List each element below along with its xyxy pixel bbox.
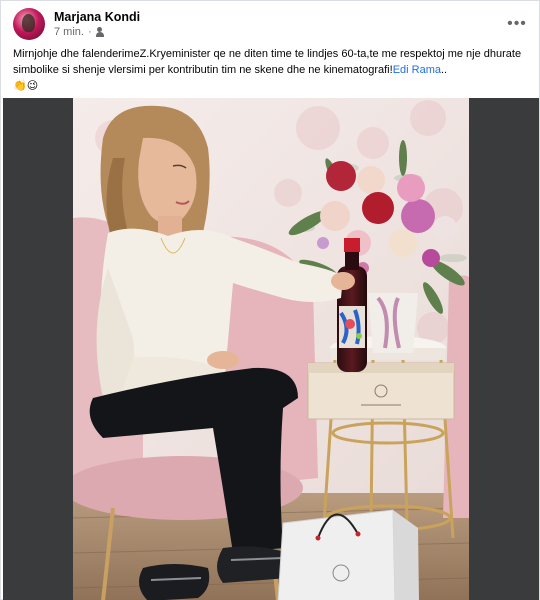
author-name[interactable]: Marjana Kondi bbox=[54, 10, 140, 25]
mention-link[interactable]: Edi Rama bbox=[393, 64, 441, 76]
post-timestamp[interactable]: 7 min. bbox=[54, 25, 84, 39]
author-avatar[interactable] bbox=[13, 8, 45, 40]
friends-icon[interactable] bbox=[95, 26, 108, 37]
photo-illustration bbox=[73, 98, 469, 600]
post-meta: Marjana Kondi 7 min. · bbox=[54, 10, 140, 39]
photo-image bbox=[73, 98, 469, 600]
facebook-post: Marjana Kondi 7 min. · ••• Mirnjohje dhe… bbox=[0, 0, 540, 600]
post-subline: 7 min. · bbox=[54, 25, 140, 39]
more-options-icon[interactable]: ••• bbox=[503, 10, 531, 38]
post-photo[interactable] bbox=[3, 98, 539, 600]
caption-emojis: 👏😉 bbox=[13, 80, 39, 92]
more-options-glyph: ••• bbox=[507, 15, 527, 32]
post-header: Marjana Kondi 7 min. · ••• bbox=[13, 7, 531, 41]
separator-dot: · bbox=[87, 25, 92, 38]
post-caption: Mirnjohje dhe falenderimeZ.Kryeminister … bbox=[13, 46, 533, 94]
caption-suffix: .. bbox=[440, 64, 448, 76]
